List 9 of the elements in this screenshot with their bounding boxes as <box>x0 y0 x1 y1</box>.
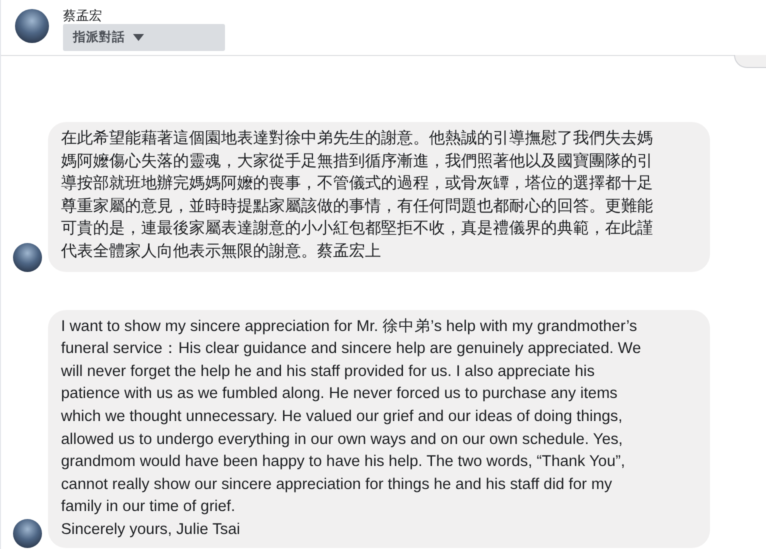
avatar <box>13 242 42 272</box>
contact-name: 蔡孟宏 <box>63 9 103 23</box>
message-bubble-edge <box>734 55 766 68</box>
avatar <box>13 518 42 548</box>
assign-conversation-button[interactable]: 指派對話 <box>63 24 225 51</box>
avatar <box>15 9 49 43</box>
message-bubble: 在此希望能藉著這個園地表達對徐中弟先生的謝意。他熱誠的引導撫慰了我們失去媽 媽阿嬤傷心失落的靈魂，大家從手足無措到循序漸進，我們照著他以及國寶團隊的引 導按部就班地辦完媽媽阿嬤的喪事，不管儀式的過程，或骨灰罈，塔位的選擇都十足 尊重家屬的意見，並時時提點家屬該做的事情，有任何問題也都耐心的回答。更難能 可貴的是，連最後家屬表達謝意的小小紅包都堅拒不收，真是禮儀界的典範，在此謹 代表全體家人向他表示無限的謝意。蔡孟宏上 <box>48 122 710 272</box>
caret-icon <box>133 34 144 41</box>
message-bubble: I want to show my sincere appreciation for Mr. 徐中弟’s help with my grandmother’s funeral service：His clear guidance and sincere help are genuinely appreciated. We will never forget the help he and his staff provided for us. I also appreciate his patience with us as we fumbled along. He never forced us to purchase any items which we thought unnecessary. He valued our grief and our ideas of doing things, allowed us to undergo everything in our own ways and on our own schedule. Yes, grandmom would have been happy to have his help. The two words, “Thank You”, cannot really show our sincere appreciation for things he and his staff did for my family in our time of grief. Sincerely yours, Julie Tsai <box>48 310 710 548</box>
